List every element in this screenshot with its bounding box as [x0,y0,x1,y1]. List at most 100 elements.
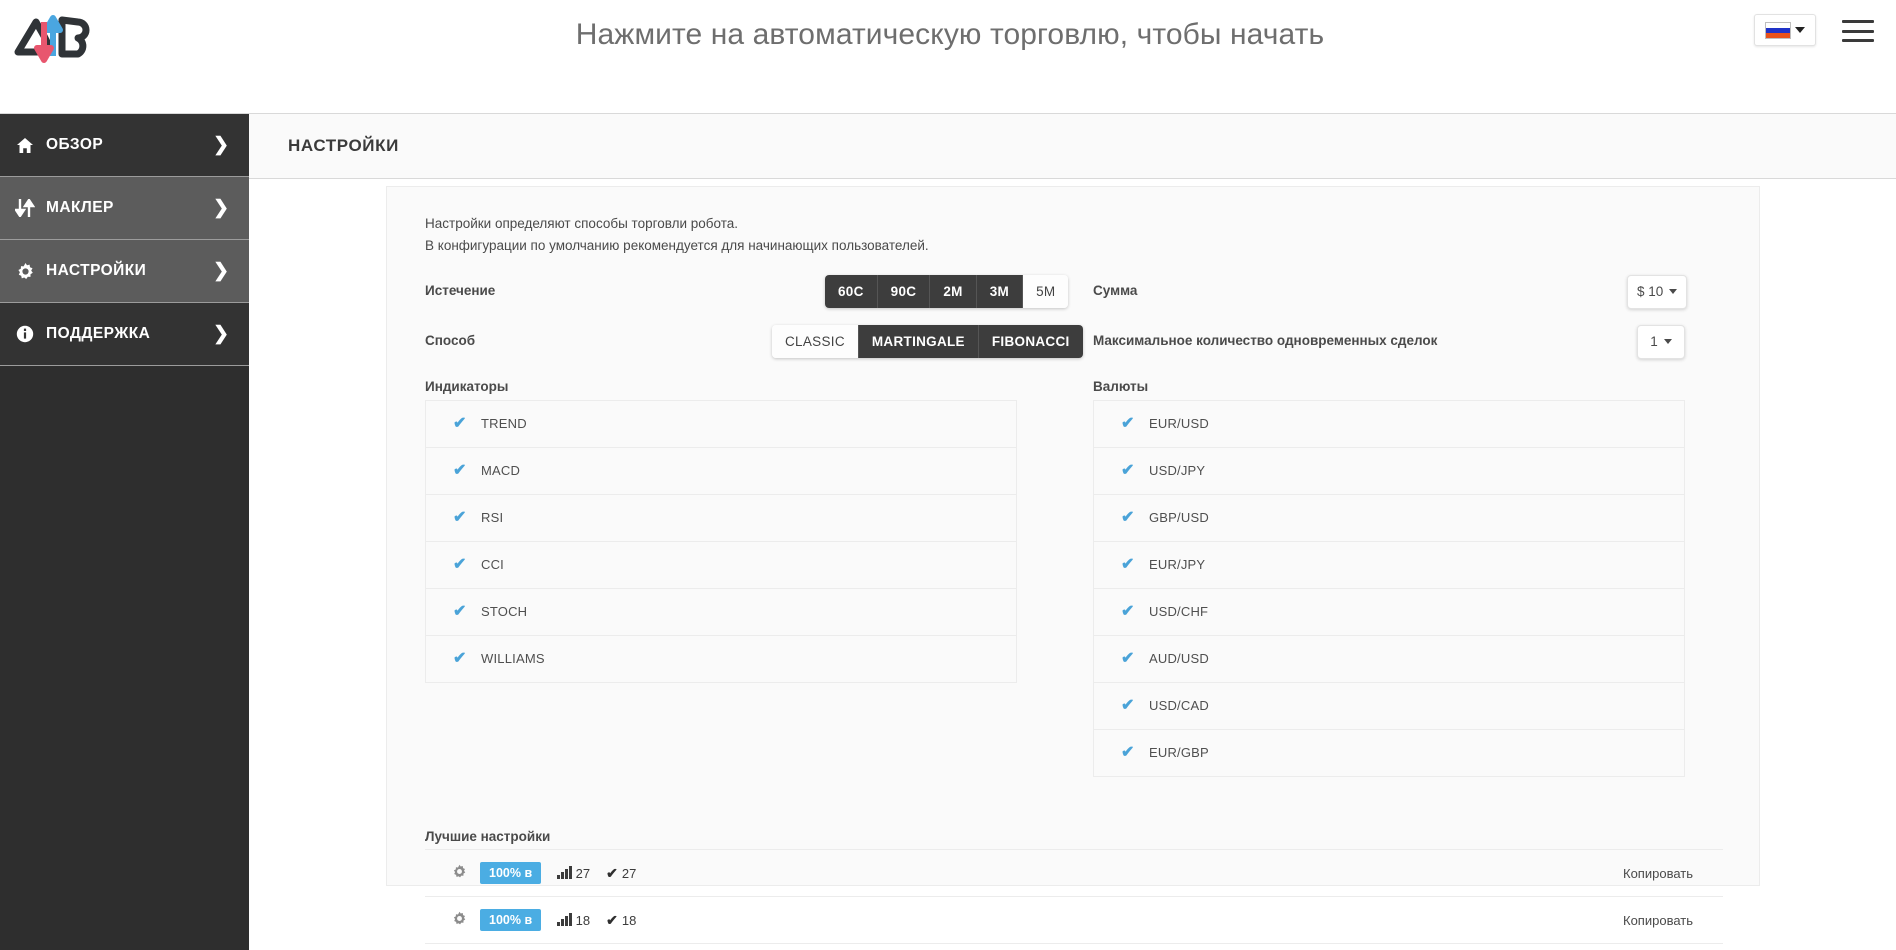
check-icon: ✔ [453,602,467,620]
chevron-down-icon [1669,289,1678,295]
check-icon: ✔ [1121,555,1135,573]
expiration-option-90c[interactable]: 90C [877,274,931,308]
list-item[interactable]: ✔ CCI [426,542,1016,589]
gear-icon [12,262,38,281]
list-item[interactable]: ✔ EUR/GBP [1094,730,1684,777]
expiration-label: Истечение [425,282,496,298]
sidebar-item-overview[interactable]: ОБЗОР ❯ [0,114,249,177]
list-item[interactable]: ✔ GBP/USD [1094,495,1684,542]
expiration-option-2m[interactable]: 2M [930,274,977,308]
check-icon: ✔ [606,864,618,881]
wins-stat: ✔ 18 [606,912,636,929]
check-icon: ✔ [453,414,467,432]
status-badge: 100% в [480,909,542,931]
currencies-list: ✔ EUR/USD ✔ USD/JPY ✔ GBP/USD ✔ EUR/JPY [1093,399,1685,777]
check-icon: ✔ [1121,508,1135,526]
amount-dropdown[interactable]: $ 10 [1627,274,1688,309]
currency-label: EUR/GBP [1149,745,1209,761]
max-trades-dropdown[interactable]: 1 [1637,324,1685,359]
table-row[interactable]: 100% в 18 ✔ 18 Копировать [425,897,1723,944]
check-icon: ✔ [453,649,467,667]
check-icon: ✔ [453,461,467,479]
currencies-title: Валюты [1093,378,1149,394]
check-icon: ✔ [1121,696,1135,714]
settings-card: Настройки определяют способы торговли ро… [386,186,1760,944]
copy-button[interactable]: Копировать [1623,913,1693,928]
expiration-row: Истечение [425,283,495,298]
hamburger-menu-button[interactable] [1842,20,1874,42]
best-settings-list: 100% в 27 ✔ 27 Копировать 100% в 18 ✔ 18… [425,849,1723,944]
table-row[interactable]: 100% в 27 ✔ 27 Копировать [425,850,1723,897]
indicator-label: STOCH [481,604,528,620]
list-item[interactable]: ✔ EUR/JPY [1094,542,1684,589]
arrows-updown-icon [12,199,38,217]
copy-button[interactable]: Копировать [1623,866,1693,881]
max-trades-label: Максимальное количество одновременных сд… [1093,332,1438,348]
wins-count: 27 [621,865,637,881]
indicator-label: WILLIAMS [481,651,545,667]
method-label: Способ [425,332,476,348]
amount-value: $ 10 [1637,284,1664,300]
bar-chart-icon [557,866,572,879]
method-option-classic[interactable]: CLASSIC [772,324,859,358]
language-selector[interactable] [1754,14,1816,46]
list-item[interactable]: ✔ AUD/USD [1094,636,1684,683]
sidebar-item-label: ПОДДЕРЖКА [46,325,151,342]
list-item[interactable]: ✔ MACD [426,448,1016,495]
sidebar-item-label: НАСТРОЙКИ [46,262,147,279]
bar-chart-icon [557,913,572,926]
sidebar-item-support[interactable]: ПОДДЕРЖКА ❯ [0,303,249,366]
method-button-group[interactable]: CLASSIC MARTINGALE FIBONACCI [772,324,1083,358]
list-item[interactable]: ✔ USD/JPY [1094,448,1684,495]
chevron-right-icon: ❯ [213,323,229,345]
max-trades-value: 1 [1650,334,1658,350]
gear-icon[interactable] [452,911,470,929]
sidebar: ОБЗОР ❯ МАКЛЕР ❯ НАСТРОЙКИ ❯ ПОДДЕРЖКА ❯ [0,114,249,950]
section-title: НАСТРОЙКИ [288,136,399,155]
logo-icon [14,15,90,63]
max-trades-row: Максимальное количество одновременных сд… [1093,333,1437,348]
sidebar-item-settings[interactable]: НАСТРОЙКИ ❯ [0,240,249,303]
page-title: Нажмите на автоматическую торговлю, чтоб… [575,18,1325,51]
check-icon: ✔ [606,911,618,928]
method-row: Способ [425,333,475,348]
check-icon: ✔ [1121,602,1135,620]
indicators-title: Индикаторы [425,378,509,394]
indicators-column: Индикаторы ✔ TREND ✔ MACD ✔ RSI ✔ CCI ✔ … [425,379,1017,683]
chevron-down-icon [1795,27,1805,33]
expiration-option-60c[interactable]: 60C [825,274,878,308]
check-icon: ✔ [453,508,467,526]
expiration-option-3m[interactable]: 3M [976,274,1024,308]
app-logo[interactable] [14,8,92,70]
list-item[interactable]: ✔ STOCH [426,589,1016,636]
check-icon: ✔ [1121,414,1135,432]
list-item[interactable]: ✔ USD/CHF [1094,589,1684,636]
home-icon [12,137,38,154]
list-item[interactable]: ✔ WILLIAMS [426,636,1016,683]
trades-stat: 18 [557,913,590,928]
gear-icon[interactable] [452,864,470,882]
method-option-martingale[interactable]: MARTINGALE [858,324,979,358]
main-content: НАСТРОЙКИ Настройки определяют способы т… [249,114,1896,950]
wins-count: 18 [621,912,637,928]
list-item[interactable]: ✔ EUR/USD [1094,401,1684,448]
check-icon: ✔ [1121,743,1135,761]
expiration-button-group[interactable]: 60C 90C 2M 3M 5M [825,274,1069,308]
best-settings-section: Лучшие настройки 100% в 27 ✔ 27 Копирова… [425,829,1723,944]
list-item[interactable]: ✔ TREND [426,401,1016,448]
amount-row: Сумма [1093,283,1137,298]
method-option-fibonacci[interactable]: FIBONACCI [978,324,1083,358]
trades-count: 27 [575,865,591,881]
settings-intro: Настройки определяют способы торговли ро… [425,213,1721,257]
check-icon: ✔ [1121,461,1135,479]
list-item[interactable]: ✔ USD/CAD [1094,683,1684,730]
expiration-option-5m[interactable]: 5M [1023,274,1069,308]
indicator-label: RSI [481,510,504,526]
trades-stat: 27 [557,866,590,881]
list-item[interactable]: ✔ RSI [426,495,1016,542]
flag-ru-icon [1765,21,1791,39]
sidebar-item-broker[interactable]: МАКЛЕР ❯ [0,177,249,240]
best-settings-title: Лучшие настройки [425,829,551,844]
currency-label: AUD/USD [1149,651,1209,667]
chevron-right-icon: ❯ [213,197,229,219]
